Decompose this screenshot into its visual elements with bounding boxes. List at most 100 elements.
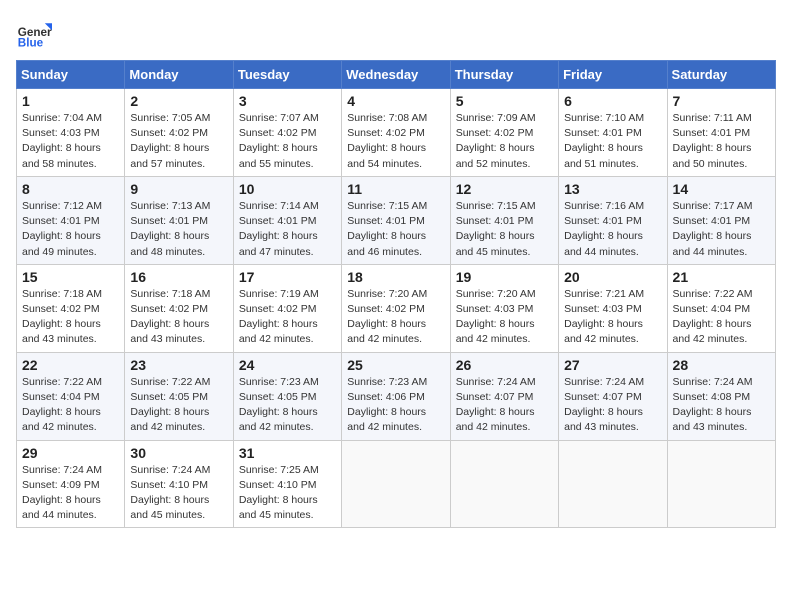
calendar-cell: 19 Sunrise: 7:20 AM Sunset: 4:03 PM Dayli… (450, 264, 558, 352)
day-number: 9 (130, 181, 227, 197)
calendar-cell (667, 440, 775, 528)
calendar-cell: 28 Sunrise: 7:24 AM Sunset: 4:08 PM Dayli… (667, 352, 775, 440)
weekday-header-wednesday: Wednesday (342, 61, 450, 89)
svg-text:Blue: Blue (18, 37, 44, 50)
logo: General Blue (16, 16, 52, 52)
calendar-week-5: 29 Sunrise: 7:24 AM Sunset: 4:09 PM Dayli… (17, 440, 776, 528)
calendar-cell: 4Sunrise: 7:08 AM Sunset: 4:02 PM Daylig… (342, 89, 450, 177)
day-info: Sunrise: 7:25 AM Sunset: 4:10 PM Dayligh… (239, 463, 336, 524)
weekday-header-tuesday: Tuesday (233, 61, 341, 89)
day-info: Sunrise: 7:09 AM Sunset: 4:02 PM Dayligh… (456, 111, 553, 172)
day-number: 13 (564, 181, 661, 197)
day-info: Sunrise: 7:24 AM Sunset: 4:07 PM Dayligh… (456, 375, 553, 436)
day-number: 16 (130, 269, 227, 285)
day-info: Sunrise: 7:05 AM Sunset: 4:02 PM Dayligh… (130, 111, 227, 172)
calendar-cell: 29 Sunrise: 7:24 AM Sunset: 4:09 PM Dayli… (17, 440, 125, 528)
day-number: 15 (22, 269, 119, 285)
day-info: Sunrise: 7:22 AM Sunset: 4:04 PM Dayligh… (22, 375, 119, 436)
calendar-cell: 11 Sunrise: 7:15 AM Sunset: 4:01 PM Dayli… (342, 176, 450, 264)
calendar-cell: 22 Sunrise: 7:22 AM Sunset: 4:04 PM Dayli… (17, 352, 125, 440)
weekday-header-monday: Monday (125, 61, 233, 89)
day-info: Sunrise: 7:24 AM Sunset: 4:09 PM Dayligh… (22, 463, 119, 524)
day-number: 21 (673, 269, 770, 285)
day-info: Sunrise: 7:21 AM Sunset: 4:03 PM Dayligh… (564, 287, 661, 348)
calendar-cell: 25 Sunrise: 7:23 AM Sunset: 4:06 PM Dayli… (342, 352, 450, 440)
calendar-cell: 2 Sunrise: 7:05 AM Sunset: 4:02 PM Daylig… (125, 89, 233, 177)
day-info: Sunrise: 7:14 AM Sunset: 4:01 PM Dayligh… (239, 199, 336, 260)
calendar-cell: 17 Sunrise: 7:19 AM Sunset: 4:02 PM Dayli… (233, 264, 341, 352)
weekday-header-thursday: Thursday (450, 61, 558, 89)
day-number: 30 (130, 445, 227, 461)
calendar-cell: 16 Sunrise: 7:18 AM Sunset: 4:02 PM Dayli… (125, 264, 233, 352)
day-info: Sunrise: 7:13 AM Sunset: 4:01 PM Dayligh… (130, 199, 227, 260)
weekday-header-friday: Friday (559, 61, 667, 89)
calendar-week-2: 8Sunrise: 7:12 AM Sunset: 4:01 PM Daylig… (17, 176, 776, 264)
day-number: 20 (564, 269, 661, 285)
day-number: 19 (456, 269, 553, 285)
day-info: Sunrise: 7:15 AM Sunset: 4:01 PM Dayligh… (456, 199, 553, 260)
day-number: 1 (22, 93, 119, 109)
calendar-cell: 1 Sunrise: 7:04 AM Sunset: 4:03 PM Daylig… (17, 89, 125, 177)
calendar-cell (559, 440, 667, 528)
logo-icon: General Blue (16, 16, 52, 52)
calendar-table: SundayMondayTuesdayWednesdayThursdayFrid… (16, 60, 776, 528)
day-number: 29 (22, 445, 119, 461)
day-number: 18 (347, 269, 444, 285)
day-info: Sunrise: 7:17 AM Sunset: 4:01 PM Dayligh… (673, 199, 770, 260)
day-number: 27 (564, 357, 661, 373)
weekday-header-sunday: Sunday (17, 61, 125, 89)
day-info: Sunrise: 7:15 AM Sunset: 4:01 PM Dayligh… (347, 199, 444, 260)
day-number: 5 (456, 93, 553, 109)
calendar-cell: 13 Sunrise: 7:16 AM Sunset: 4:01 PM Dayli… (559, 176, 667, 264)
calendar-cell: 27Sunrise: 7:24 AM Sunset: 4:07 PM Dayli… (559, 352, 667, 440)
calendar-cell: 3 Sunrise: 7:07 AM Sunset: 4:02 PM Daylig… (233, 89, 341, 177)
calendar-cell: 21 Sunrise: 7:22 AM Sunset: 4:04 PM Dayli… (667, 264, 775, 352)
day-number: 12 (456, 181, 553, 197)
weekday-header-saturday: Saturday (667, 61, 775, 89)
day-info: Sunrise: 7:24 AM Sunset: 4:08 PM Dayligh… (673, 375, 770, 436)
calendar-cell: 7 Sunrise: 7:11 AM Sunset: 4:01 PM Daylig… (667, 89, 775, 177)
calendar-cell: 20 Sunrise: 7:21 AM Sunset: 4:03 PM Dayli… (559, 264, 667, 352)
day-info: Sunrise: 7:04 AM Sunset: 4:03 PM Dayligh… (22, 111, 119, 172)
calendar-cell: 24Sunrise: 7:23 AM Sunset: 4:05 PM Dayli… (233, 352, 341, 440)
day-info: Sunrise: 7:18 AM Sunset: 4:02 PM Dayligh… (130, 287, 227, 348)
day-info: Sunrise: 7:22 AM Sunset: 4:04 PM Dayligh… (673, 287, 770, 348)
day-number: 8 (22, 181, 119, 197)
day-number: 17 (239, 269, 336, 285)
day-number: 24 (239, 357, 336, 373)
day-info: Sunrise: 7:20 AM Sunset: 4:03 PM Dayligh… (456, 287, 553, 348)
calendar-cell: 15 Sunrise: 7:18 AM Sunset: 4:02 PM Dayli… (17, 264, 125, 352)
day-number: 23 (130, 357, 227, 373)
calendar-cell: 26 Sunrise: 7:24 AM Sunset: 4:07 PM Dayli… (450, 352, 558, 440)
day-info: Sunrise: 7:07 AM Sunset: 4:02 PM Dayligh… (239, 111, 336, 172)
day-number: 7 (673, 93, 770, 109)
calendar-cell: 30 Sunrise: 7:24 AM Sunset: 4:10 PM Dayli… (125, 440, 233, 528)
day-info: Sunrise: 7:16 AM Sunset: 4:01 PM Dayligh… (564, 199, 661, 260)
calendar-cell: 8Sunrise: 7:12 AM Sunset: 4:01 PM Daylig… (17, 176, 125, 264)
calendar-week-1: 1 Sunrise: 7:04 AM Sunset: 4:03 PM Daylig… (17, 89, 776, 177)
day-info: Sunrise: 7:11 AM Sunset: 4:01 PM Dayligh… (673, 111, 770, 172)
calendar-cell: 6 Sunrise: 7:10 AM Sunset: 4:01 PM Daylig… (559, 89, 667, 177)
day-number: 22 (22, 357, 119, 373)
calendar-cell: 23 Sunrise: 7:22 AM Sunset: 4:05 PM Dayli… (125, 352, 233, 440)
day-number: 2 (130, 93, 227, 109)
day-number: 10 (239, 181, 336, 197)
calendar-cell: 5 Sunrise: 7:09 AM Sunset: 4:02 PM Daylig… (450, 89, 558, 177)
day-number: 26 (456, 357, 553, 373)
day-info: Sunrise: 7:22 AM Sunset: 4:05 PM Dayligh… (130, 375, 227, 436)
day-number: 28 (673, 357, 770, 373)
day-info: Sunrise: 7:10 AM Sunset: 4:01 PM Dayligh… (564, 111, 661, 172)
day-info: Sunrise: 7:18 AM Sunset: 4:02 PM Dayligh… (22, 287, 119, 348)
day-info: Sunrise: 7:19 AM Sunset: 4:02 PM Dayligh… (239, 287, 336, 348)
day-number: 3 (239, 93, 336, 109)
day-number: 25 (347, 357, 444, 373)
day-info: Sunrise: 7:23 AM Sunset: 4:06 PM Dayligh… (347, 375, 444, 436)
day-number: 11 (347, 181, 444, 197)
day-info: Sunrise: 7:24 AM Sunset: 4:10 PM Dayligh… (130, 463, 227, 524)
calendar-cell: 10 Sunrise: 7:14 AM Sunset: 4:01 PM Dayli… (233, 176, 341, 264)
calendar-cell: 18Sunrise: 7:20 AM Sunset: 4:02 PM Dayli… (342, 264, 450, 352)
day-number: 6 (564, 93, 661, 109)
day-number: 4 (347, 93, 444, 109)
calendar-cell: 9 Sunrise: 7:13 AM Sunset: 4:01 PM Daylig… (125, 176, 233, 264)
page-header: General Blue (16, 16, 776, 52)
